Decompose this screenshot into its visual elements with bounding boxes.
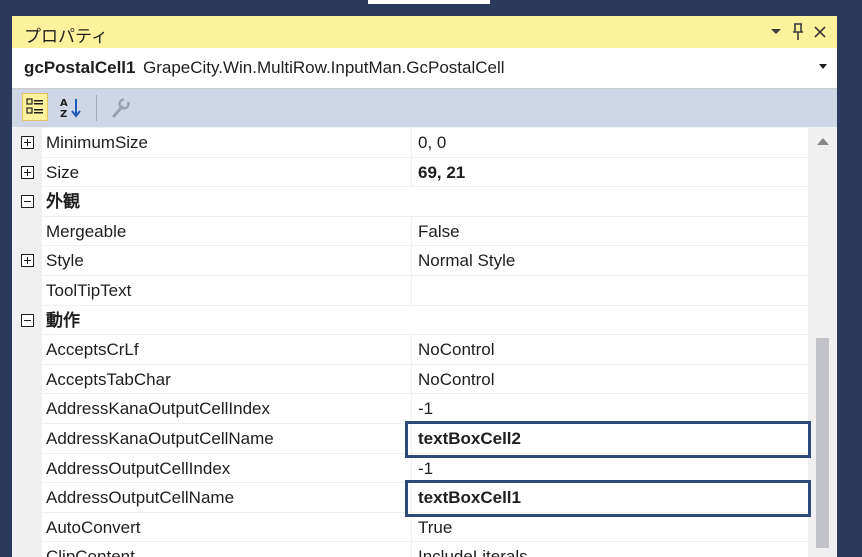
property-name: AddressKanaOutputCellName — [46, 429, 274, 448]
property-row-addresskanaoutputcellindex[interactable]: AddressKanaOutputCellIndex -1 — [12, 394, 808, 424]
property-row-addressoutputcellname[interactable]: AddressOutputCellName textBoxCell1 — [12, 483, 808, 513]
expand-icon[interactable] — [21, 136, 34, 149]
object-selector[interactable]: gcPostalCell1 GrapeCity.Win.MultiRow.Inp… — [12, 48, 837, 89]
property-name: AddressKanaOutputCellIndex — [46, 399, 270, 419]
property-value[interactable]: textBoxCell1 — [411, 483, 805, 513]
svg-text:Z: Z — [60, 109, 67, 120]
property-row-addresskanaoutputcellname[interactable]: AddressKanaOutputCellName textBoxCell2 — [12, 424, 808, 454]
property-row-size[interactable]: Size 69, 21 — [12, 157, 808, 188]
property-value[interactable]: -1 — [411, 453, 805, 484]
property-name: Mergeable — [46, 221, 127, 241]
alphabetical-icon: A Z — [60, 98, 81, 120]
category-value — [411, 306, 805, 336]
property-row-addressoutputcellindex[interactable]: AddressOutputCellIndex -1 — [12, 453, 808, 484]
category-row-behavior[interactable]: 動作 — [12, 305, 808, 336]
property-value[interactable]: Normal Style — [411, 246, 805, 276]
property-name: Style — [46, 251, 84, 271]
property-name: ToolTipText — [46, 281, 132, 300]
document-tab-strip — [0, 0, 862, 16]
categorized-icon — [26, 98, 43, 114]
property-pages-button[interactable] — [108, 95, 132, 121]
property-value[interactable]: textBoxCell2 — [411, 424, 805, 454]
property-row-style[interactable]: Style Normal Style — [12, 246, 808, 276]
wrench-icon — [112, 97, 130, 118]
object-name: gcPostalCell1 — [24, 58, 136, 77]
properties-window: プロパティ gcPostalCell1 GrapeCity.Win.MultiR… — [12, 16, 837, 557]
document-tab[interactable] — [368, 0, 490, 4]
title-bar[interactable]: プロパティ — [12, 16, 837, 48]
property-row-clipcontent[interactable]: ClipContent IncludeLiterals — [12, 542, 808, 557]
category-value — [411, 187, 805, 217]
scrollbar-thumb[interactable] — [816, 338, 829, 548]
collapse-icon[interactable] — [21, 313, 34, 327]
expand-icon[interactable] — [21, 254, 34, 268]
property-row-mergeable[interactable]: Mergeable False — [12, 216, 808, 247]
svg-text:A: A — [60, 98, 68, 109]
property-value[interactable]: NoControl — [411, 335, 805, 365]
chevron-down-icon — [771, 29, 781, 34]
property-row-acceptstabchar[interactable]: AcceptsTabChar NoControl — [12, 364, 808, 395]
property-row-tooltiptext[interactable]: ToolTipText — [12, 276, 808, 306]
window-title: プロパティ — [24, 27, 108, 46]
property-grid: MinimumSize 0, 0 Size 69, 21 外観 Mergeabl… — [12, 128, 808, 557]
category-row-appearance[interactable]: 外観 — [12, 187, 808, 217]
object-type: GrapeCity.Win.MultiRow.InputMan.GcPostal… — [143, 58, 505, 77]
category-name: 外観 — [46, 192, 80, 212]
properties-toolbar: A Z — [12, 89, 837, 127]
collapse-icon[interactable] — [21, 195, 34, 209]
property-name: AddressOutputCellIndex — [46, 458, 231, 478]
property-name: Size — [46, 162, 80, 182]
category-name: 動作 — [46, 310, 80, 330]
property-name: AcceptsTabChar — [46, 369, 171, 389]
categorized-button[interactable] — [22, 93, 48, 121]
alphabetical-button[interactable]: A Z — [58, 95, 84, 121]
property-name: AddressOutputCellName — [46, 488, 235, 508]
property-name: AutoConvert — [46, 517, 141, 537]
window-position-dropdown-button[interactable] — [765, 20, 787, 44]
property-row-autoconvert[interactable]: AutoConvert True — [12, 512, 808, 543]
close-icon — [814, 26, 826, 38]
auto-hide-button[interactable] — [787, 20, 809, 44]
property-value[interactable]: IncludeLiterals — [411, 542, 805, 557]
property-value[interactable]: 0, 0 — [411, 128, 805, 158]
property-value[interactable] — [411, 276, 805, 306]
dropdown-arrow-icon[interactable] — [819, 64, 827, 69]
property-value[interactable]: NoControl — [411, 364, 805, 395]
property-row-acceptscrlf[interactable]: AcceptsCrLf NoControl — [12, 335, 808, 365]
pin-icon — [793, 23, 803, 40]
property-value[interactable]: -1 — [411, 394, 805, 424]
property-name: MinimumSize — [46, 133, 149, 152]
toolbar-separator — [96, 95, 97, 121]
property-value[interactable]: False — [411, 216, 805, 247]
property-name: AcceptsCrLf — [46, 340, 139, 360]
property-value[interactable]: True — [411, 512, 805, 543]
vertical-scrollbar[interactable] — [808, 128, 837, 557]
scroll-up-arrow-icon[interactable] — [817, 138, 829, 145]
property-value[interactable]: 69, 21 — [411, 157, 805, 188]
expand-icon[interactable] — [21, 165, 34, 179]
property-row-minimumsize[interactable]: MinimumSize 0, 0 — [12, 128, 808, 158]
close-button[interactable] — [809, 20, 831, 44]
property-name: ClipContent — [46, 547, 135, 557]
